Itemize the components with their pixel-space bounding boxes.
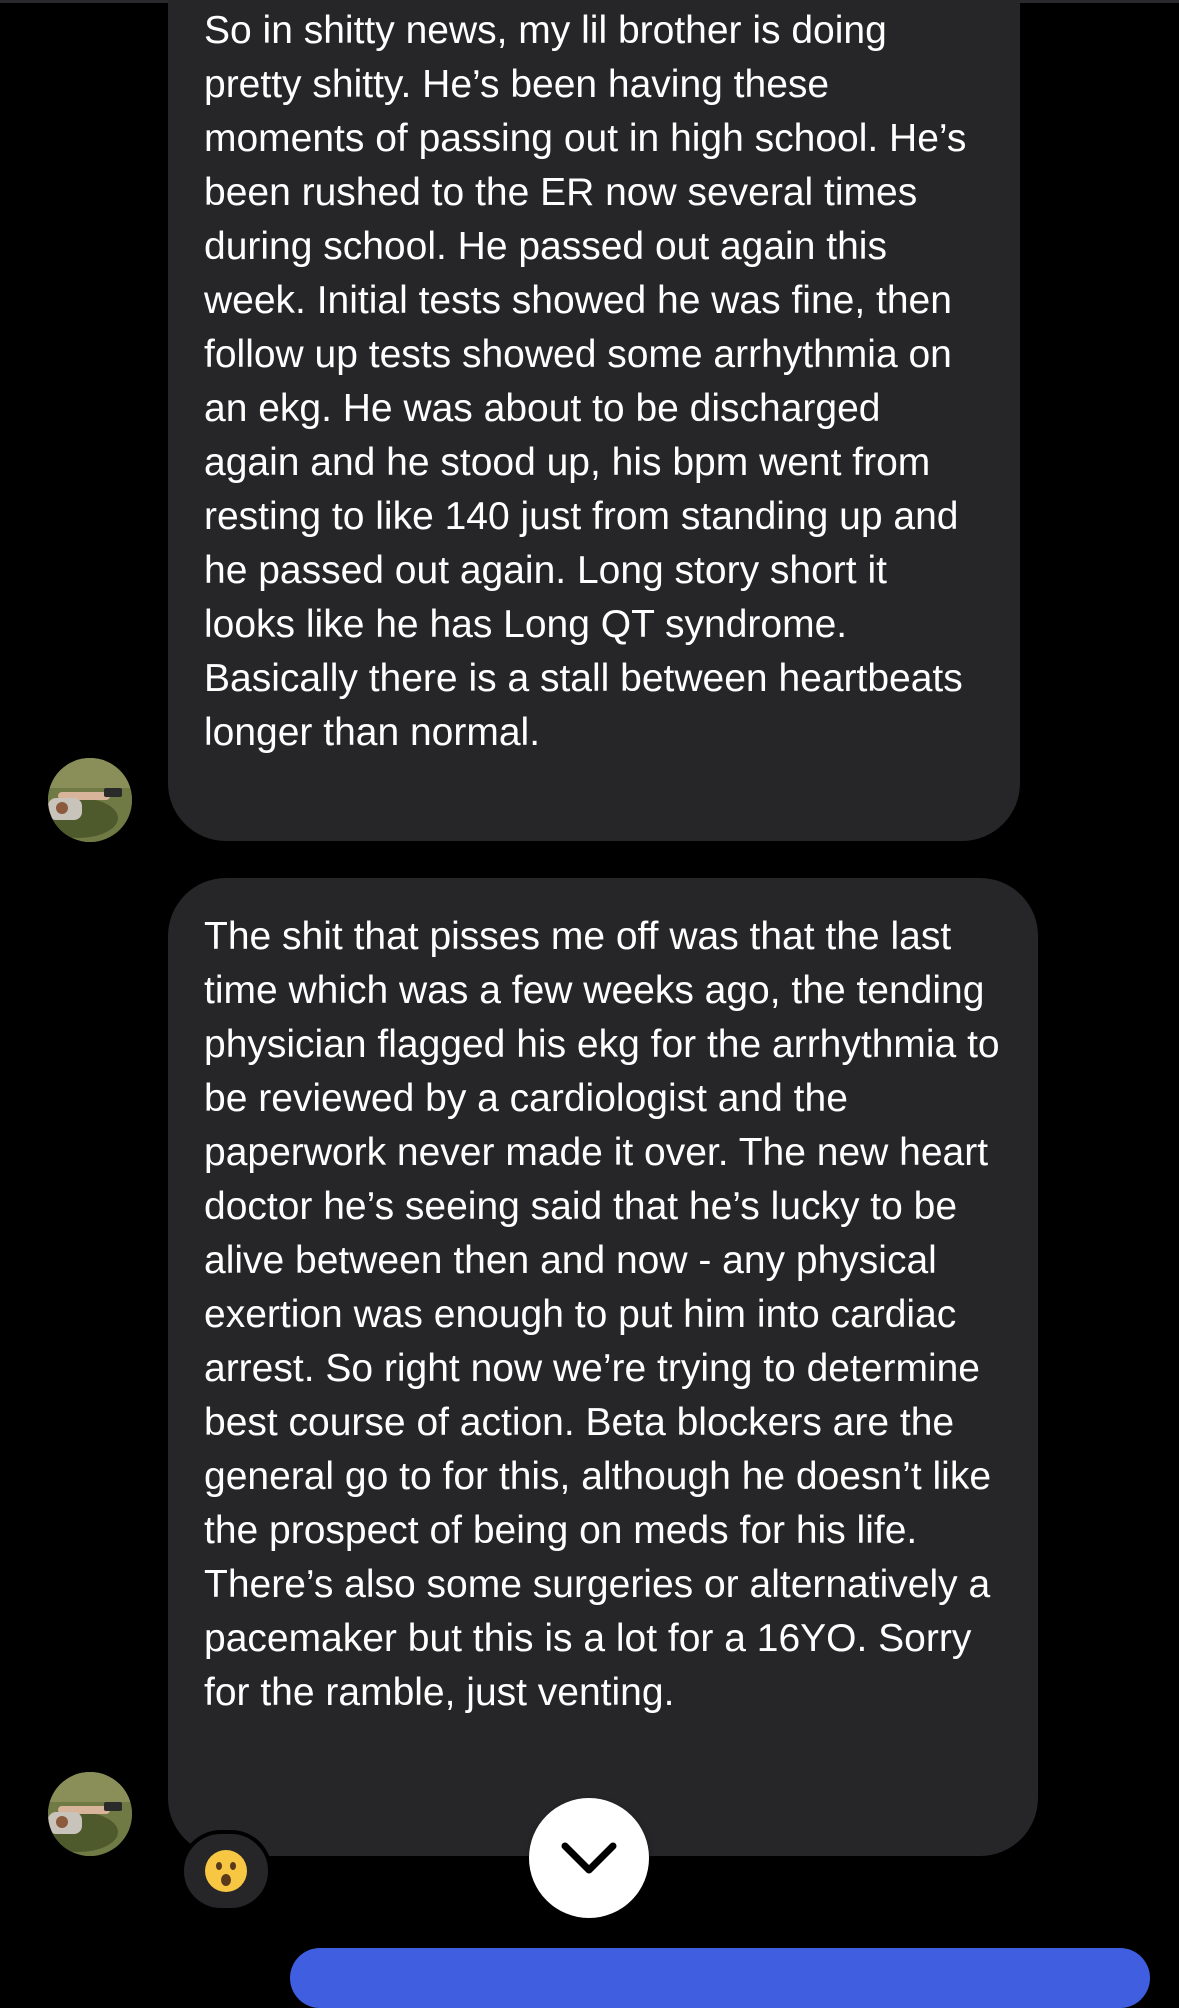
chevron-down-icon xyxy=(561,1842,617,1874)
message-bubble[interactable]: The shit that pisses me off was that the… xyxy=(168,878,1038,1856)
avatar-image xyxy=(48,758,132,842)
message-reaction[interactable] xyxy=(180,1830,272,1912)
sender-avatar[interactable] xyxy=(48,758,132,842)
astonished-face-emoji xyxy=(205,1850,247,1892)
message-text: The shit that pisses me off was that the… xyxy=(204,915,1000,1714)
avatar-image xyxy=(48,1772,132,1856)
sender-avatar[interactable] xyxy=(48,1772,132,1856)
outgoing-message-bubble[interactable] xyxy=(290,1948,1150,2008)
message-bubble[interactable]: So in shitty news, my lil brother is doi… xyxy=(168,0,1020,841)
scroll-to-bottom-button[interactable] xyxy=(529,1798,649,1918)
message-text: So in shitty news, my lil brother is doi… xyxy=(204,9,967,754)
